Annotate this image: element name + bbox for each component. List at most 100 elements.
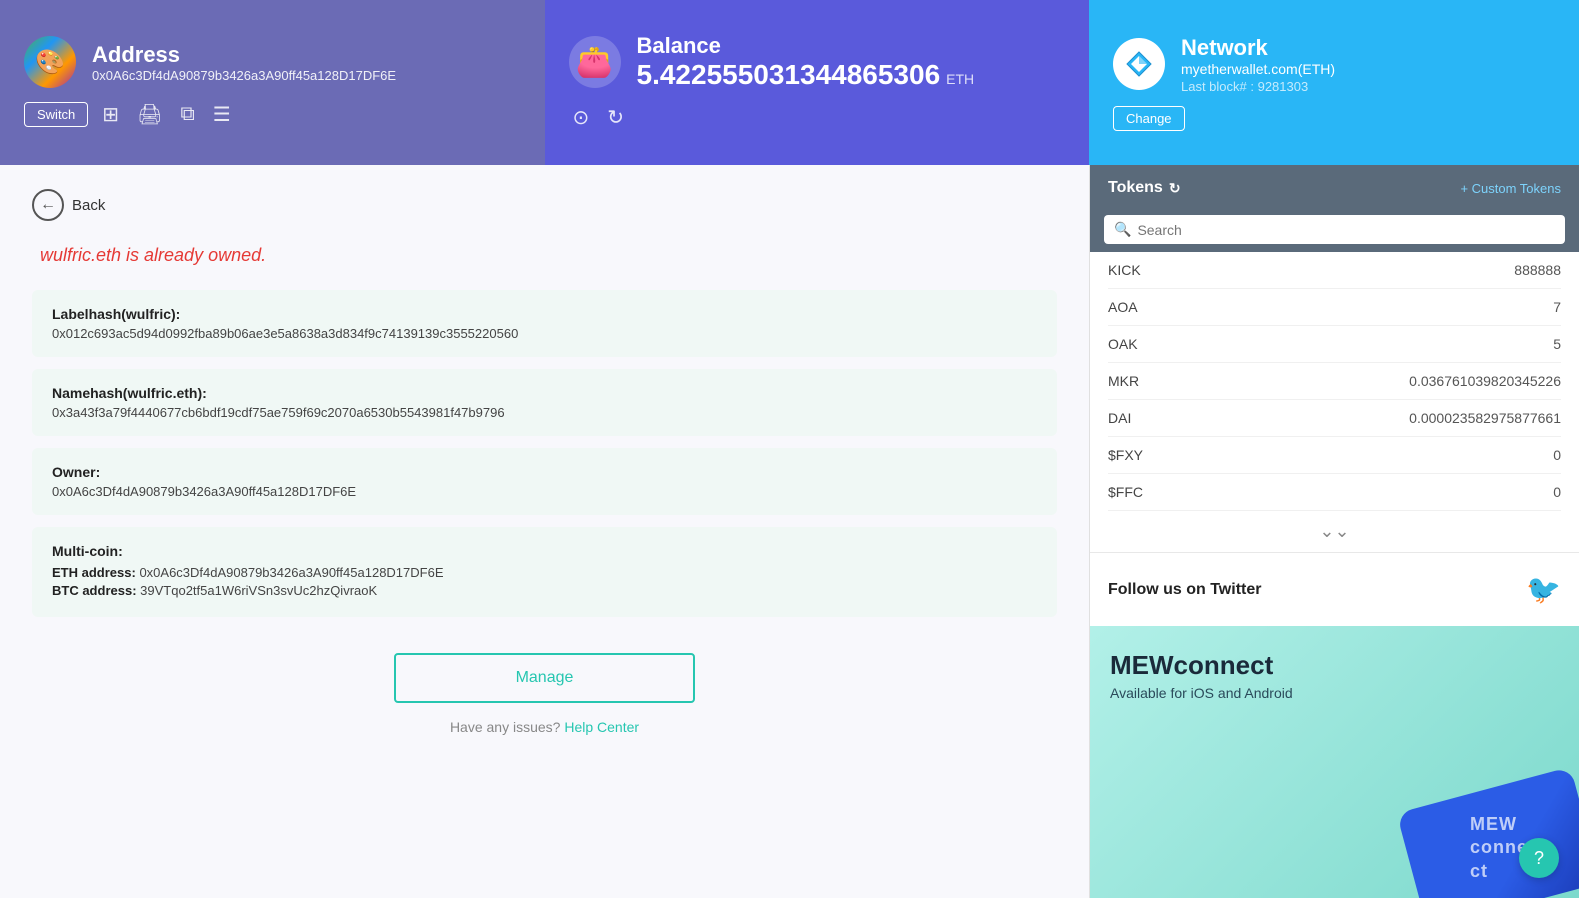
network-card: Network myetherwallet.com(ETH) Last bloc…	[1089, 0, 1579, 165]
search-wrapper: 🔍	[1104, 215, 1565, 244]
token-value: 0.03676103982034522​6	[1409, 373, 1561, 389]
mewconnect-phone-graphic: MEWconnect	[1397, 767, 1579, 898]
manage-section: Manage Have any issues? Help Center	[32, 653, 1057, 735]
multicoin-btc-label: BTC address:	[52, 583, 137, 598]
token-name: AOA	[1108, 299, 1138, 315]
token-name: DAI	[1108, 410, 1131, 426]
balance-icon: 👛	[569, 36, 621, 88]
token-name: $FXY	[1108, 447, 1143, 463]
custom-tokens-link[interactable]: + Custom Tokens	[1460, 181, 1561, 196]
right-panel: Tokens ↻ + Custom Tokens 🔍 KICK 888888 A…	[1089, 165, 1579, 898]
token-value: 5	[1553, 336, 1561, 352]
owner-card: Owner: 0x0A6c3Df4dA90879b3426a3A90ff45a1…	[32, 448, 1057, 515]
token-value: 0	[1553, 447, 1561, 463]
labelhash-value: 0x012c693ac5d94d0992fba89b06ae3e5a8638a3…	[52, 326, 1037, 341]
help-text: Have any issues?	[450, 719, 561, 735]
header: 🎨 Address 0x0A6c3Df4dA90879b3426a3A90ff4…	[0, 0, 1579, 165]
left-panel: ← Back wulfric.eth is already owned. Lab…	[0, 165, 1089, 898]
token-value: 0.000023582975877661	[1409, 410, 1561, 426]
twitter-section: Follow us on Twitter 🐦	[1090, 552, 1579, 626]
network-top: Network myetherwallet.com(ETH) Last bloc…	[1113, 35, 1555, 94]
network-actions: Change	[1113, 106, 1555, 131]
multicoin-btc-value: 39VTqo2tf5a1W6riVSn3svUc2hzQivraoK	[140, 583, 377, 598]
multicoin-eth-value: 0x0A6c3Df4dA90879b3426a3A90ff45a128D17DF…	[139, 565, 443, 580]
address-info: Address 0x0A6c3Df4dA90879b3426a3A90ff45a…	[92, 42, 396, 83]
namehash-card: Namehash(wulfric.eth): 0x3a43f3a79f44406…	[32, 369, 1057, 436]
info-icon[interactable]: ☰	[209, 100, 235, 129]
namehash-value: 0x3a43f3a79f4440677cb6bdf19cdf75ae759f69…	[52, 405, 1037, 420]
multicoin-card: Multi-coin: ETH address: 0x0A6c3Df4dA908…	[32, 527, 1057, 617]
namehash-label: Namehash(wulfric.eth):	[52, 385, 1037, 401]
token-value: 888888	[1514, 262, 1561, 278]
address-card: 🎨 Address 0x0A6c3Df4dA90879b3426a3A90ff4…	[0, 0, 545, 165]
change-network-button[interactable]: Change	[1113, 106, 1185, 131]
network-block: Last block# : 9281303	[1181, 79, 1335, 94]
copy-icon[interactable]: ⧉	[176, 101, 198, 128]
balance-actions: ⊙ ↻	[569, 103, 1066, 132]
mewconnect-phone-text: MEWconnect	[1470, 813, 1528, 883]
token-row: OAK 5	[1108, 326, 1561, 363]
main-layout: ← Back wulfric.eth is already owned. Lab…	[0, 165, 1579, 898]
token-value: 0	[1553, 484, 1561, 500]
back-label: Back	[72, 197, 105, 214]
token-name: $FFC	[1108, 484, 1143, 500]
refresh-icon[interactable]: ↻	[603, 103, 628, 132]
multicoin-btc-row: BTC address: 39VTqo2tf5a1W6riVSn3svUc2hz…	[52, 583, 1037, 598]
token-row: MKR 0.03676103982034522​6	[1108, 363, 1561, 400]
network-name: myetherwallet.com(ETH)	[1181, 61, 1335, 77]
twitter-text: Follow us on Twitter	[1108, 581, 1261, 599]
mewconnect-title: MEWconnect	[1110, 650, 1559, 681]
more-icon[interactable]: ⊙	[569, 103, 594, 132]
search-icon: 🔍	[1114, 221, 1131, 238]
print-icon[interactable]: 🖨	[133, 100, 166, 129]
address-value: 0x0A6c3Df4dA90879b3426a3A90ff45a128D17DF…	[92, 68, 396, 83]
multicoin-label: Multi-coin:	[52, 543, 1037, 559]
network-title: Network	[1181, 35, 1335, 61]
balance-currency: ETH	[946, 71, 974, 87]
address-actions: Switch ⊞ 🖨 ⧉ ☰	[24, 100, 521, 129]
token-row: AOA 7	[1108, 289, 1561, 326]
network-icon	[1113, 38, 1165, 90]
mewconnect-subtitle: Available for iOS and Android	[1110, 685, 1559, 701]
token-name: KICK	[1108, 262, 1141, 278]
owner-label: Owner:	[52, 464, 1037, 480]
labelhash-card: Labelhash(wulfric): 0x012c693ac5d94d0992…	[32, 290, 1057, 357]
balance-value: 5.422555031344865306	[637, 59, 941, 91]
balance-card: 👛 Balance 5.422555031344865306 ETH ⊙ ↻	[545, 0, 1090, 165]
token-row: $FXY 0	[1108, 437, 1561, 474]
multicoin-eth-label: ETH address:	[52, 565, 136, 580]
balance-info: Balance 5.422555031344865306 ETH	[637, 33, 975, 91]
show-more-button[interactable]: ⌄⌄	[1090, 511, 1579, 552]
help-float-button[interactable]: ?	[1519, 838, 1559, 878]
token-name: MKR	[1108, 373, 1139, 389]
address-avatar: 🎨	[24, 36, 76, 88]
multicoin-eth-row: ETH address: 0x0A6c3Df4dA90879b3426a3A90…	[52, 565, 1037, 580]
balance-top: 👛 Balance 5.422555031344865306 ETH	[569, 33, 1066, 91]
tokens-list: KICK 888888 AOA 7 OAK 5 MKR 0.0367610398…	[1090, 252, 1579, 511]
back-arrow-icon: ←	[32, 189, 64, 221]
address-top: 🎨 Address 0x0A6c3Df4dA90879b3426a3A90ff4…	[24, 36, 521, 88]
tokens-refresh-icon[interactable]: ↻	[1169, 180, 1181, 197]
back-button[interactable]: ← Back	[32, 189, 105, 221]
tokens-title: Tokens ↻	[1108, 179, 1181, 197]
tokens-header: Tokens ↻ + Custom Tokens	[1090, 165, 1579, 207]
search-input[interactable]	[1137, 222, 1555, 238]
error-message: wulfric.eth is already owned.	[40, 245, 1057, 266]
balance-title: Balance	[637, 33, 975, 59]
search-box: 🔍	[1090, 207, 1579, 252]
switch-button[interactable]: Switch	[24, 102, 88, 127]
help-section: Have any issues? Help Center	[32, 719, 1057, 735]
token-name: OAK	[1108, 336, 1138, 352]
owner-value: 0x0A6c3Df4dA90879b3426a3A90ff45a128D17DF…	[52, 484, 1037, 499]
address-title: Address	[92, 42, 396, 68]
token-row: DAI 0.000023582975877661	[1108, 400, 1561, 437]
help-center-link[interactable]: Help Center	[564, 719, 639, 735]
manage-button[interactable]: Manage	[394, 653, 696, 703]
twitter-icon[interactable]: 🐦	[1526, 573, 1561, 606]
labelhash-label: Labelhash(wulfric):	[52, 306, 1037, 322]
mewconnect-section: MEWconnect Available for iOS and Android…	[1090, 626, 1579, 898]
tokens-label: Tokens	[1108, 179, 1163, 197]
qr-icon[interactable]: ⊞	[98, 100, 123, 129]
token-row: KICK 888888	[1108, 252, 1561, 289]
token-row: $FFC 0	[1108, 474, 1561, 511]
